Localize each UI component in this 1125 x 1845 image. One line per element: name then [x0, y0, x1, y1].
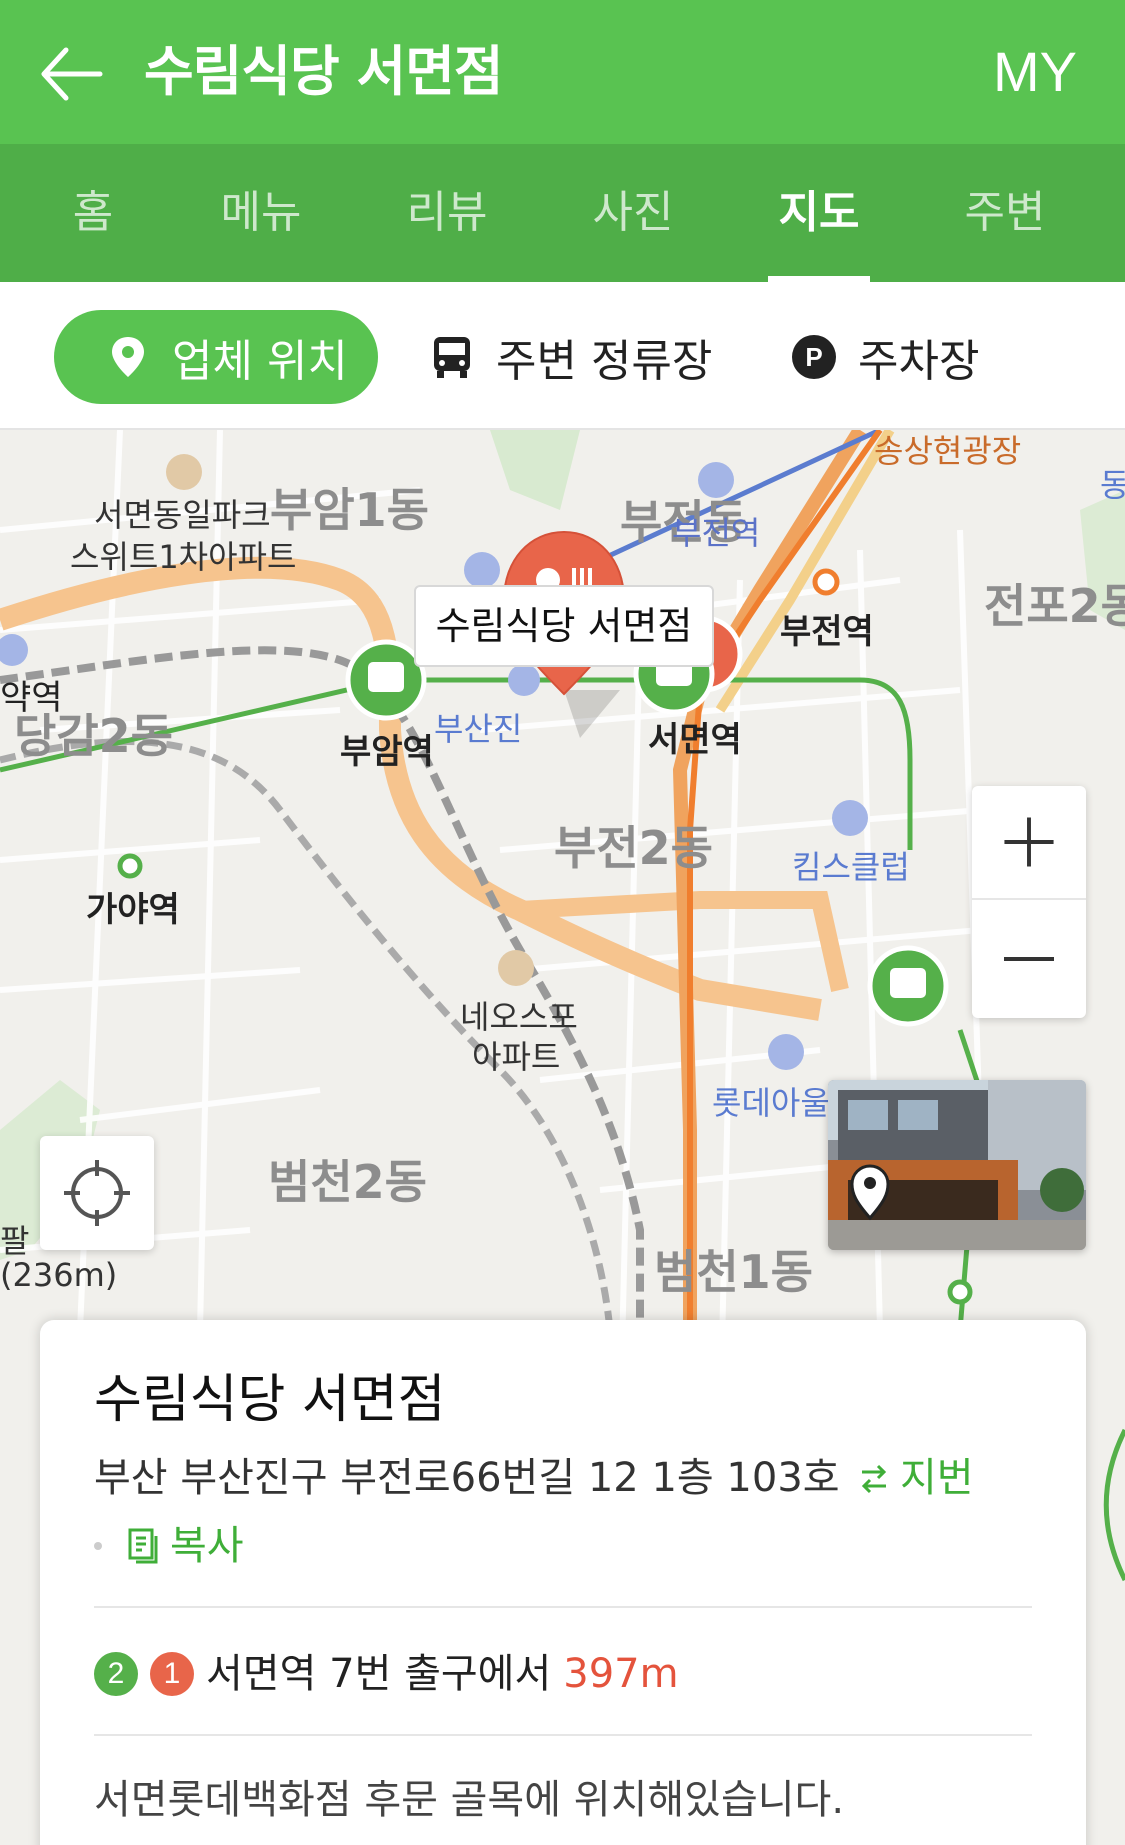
map-label: 동 [1100, 466, 1125, 504]
subway-line-2-badge: 2 [94, 1652, 138, 1696]
street-view-thumbnail[interactable] [828, 1080, 1086, 1250]
street-view-image [828, 1080, 1086, 1250]
place-name: 수림식당 서면점 [94, 1370, 446, 1430]
place-address: 부산 부산진구 부전로66번길 12 1층 103호 [94, 1455, 840, 1501]
nearby-bus-stops-chip[interactable]: 주변 정류장 [428, 310, 712, 404]
map-label: 부암1동 [270, 483, 429, 537]
map-label: 전포2동 [984, 579, 1125, 633]
map-label: 범천1동 [654, 1245, 813, 1299]
nearby-bus-stops-label: 주변 정류장 [496, 336, 713, 387]
page-title: 수림식당 서면점 [144, 40, 504, 103]
bus-icon [434, 337, 470, 378]
location-pin-icon [112, 337, 144, 377]
jibun-toggle-button[interactable]: 지번 [856, 1450, 974, 1506]
map-label: 부전2동 [554, 821, 713, 875]
tab-photo[interactable]: 사진 [540, 144, 726, 282]
subway-station-marker[interactable] [345, 639, 427, 721]
map-label: 아파트 [472, 1038, 561, 1076]
marker-callout[interactable]: 수림식당 서면점 [414, 585, 714, 667]
copy-address-button[interactable]: 복사 [94, 1518, 244, 1574]
map-label: 킴스클럽 [792, 848, 910, 886]
map-label: 범천2동 [268, 1155, 427, 1209]
map-label: 서면역 [648, 720, 742, 760]
current-location-button[interactable] [40, 1136, 154, 1250]
my-button[interactable]: MY [993, 36, 1077, 108]
map-label: 부산진 [434, 710, 523, 748]
map-label: 당감2동 [14, 709, 173, 763]
map-label: (236m) [0, 1256, 118, 1294]
map-label: 부전역 [780, 612, 874, 652]
map-label: 부전역 [672, 514, 761, 552]
place-info-card: 수림식당 서면점 부산 부산진구 부전로66번길 12 1층 103호 지번 복… [40, 1320, 1086, 1845]
zoom-out-button[interactable] [972, 902, 1086, 1016]
crosshair-icon [64, 1160, 130, 1226]
divider [94, 1606, 1032, 1608]
place-description: 서면롯데백화점 후문 골목에 위치해있습니다. [94, 1777, 845, 1823]
parking-icon: P [792, 335, 836, 379]
parking-chip[interactable]: P 주차장 [790, 310, 979, 404]
copy-label: 복사 [170, 1523, 244, 1569]
separator-dot [94, 1542, 102, 1550]
map-label: 롯데아울 [712, 1084, 830, 1122]
map-label: 서면동일파크 [94, 496, 271, 534]
tab-review[interactable]: 리뷰 [354, 144, 540, 282]
subway-line-1-badge: 1 [150, 1652, 194, 1696]
swap-arrows-icon [861, 1464, 887, 1494]
map-label: 가야역 [86, 890, 180, 930]
tab-map[interactable]: 지도 [726, 144, 912, 282]
map-label: 스위트1차아파트 [70, 538, 297, 576]
map-filter-bar: 업체 위치 주변 정류장 P 주차장 [0, 282, 1125, 430]
divider [94, 1734, 1032, 1736]
zoom-in-button[interactable] [972, 786, 1086, 900]
tab-nearby[interactable]: 주변 [912, 144, 1098, 282]
parking-label: 주차장 [858, 336, 980, 387]
top-app-bar: 수림식당 서면점 MY [0, 0, 1125, 144]
copy-icon [128, 1528, 158, 1564]
back-arrow-icon[interactable] [36, 38, 108, 110]
map-label: 부암역 [340, 732, 434, 772]
jibun-label: 지번 [900, 1455, 974, 1501]
subway-distance: 397m [563, 1651, 679, 1697]
subway-exit-text: 서면역 7번 출구에서 [206, 1651, 552, 1697]
business-location-label: 업체 위치 [172, 336, 348, 387]
tab-bar: 홈 메뉴 리뷰 사진 지도 주변 [0, 144, 1125, 282]
tab-home[interactable]: 홈 [0, 144, 186, 282]
parking-glyph: P [805, 342, 822, 372]
business-location-chip[interactable]: 업체 위치 [54, 310, 378, 404]
map-label: 송상현광장 [874, 432, 1022, 470]
zoom-control [972, 786, 1086, 1018]
subway-station-marker[interactable] [867, 945, 949, 1027]
subway-access-info: 2 1 서면역 7번 출구에서 397m [94, 1642, 679, 1706]
tab-menu[interactable]: 메뉴 [168, 144, 354, 282]
